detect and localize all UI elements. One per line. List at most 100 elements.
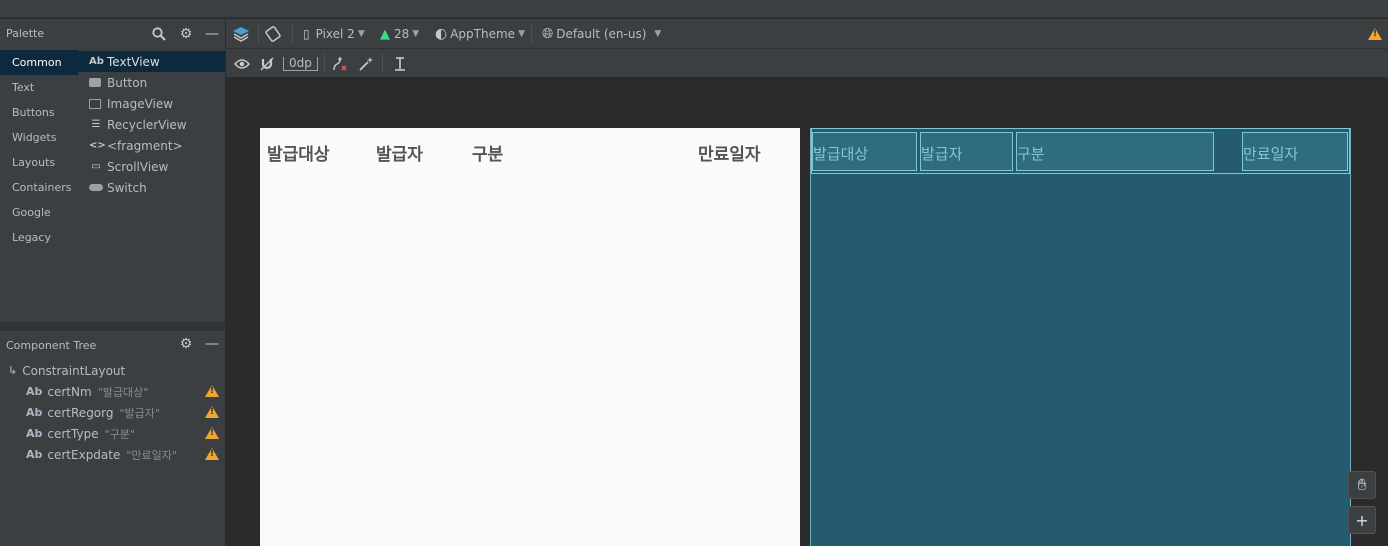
toolbar-separator bbox=[258, 25, 259, 43]
cert-type-text[interactable]: 구분 bbox=[472, 140, 503, 165]
android-icon: ▲ bbox=[380, 26, 390, 42]
tree-item-text: "발급자" bbox=[119, 406, 160, 420]
widget-label: ImageView bbox=[107, 96, 174, 111]
category-common[interactable]: Common bbox=[0, 50, 78, 75]
category-widgets[interactable]: Widgets bbox=[0, 125, 78, 150]
component-tree-title: Component Tree bbox=[6, 339, 97, 352]
tree-item-root[interactable]: ↳ ConstraintLayout bbox=[8, 360, 125, 381]
tree-item-text: "만료일자" bbox=[126, 448, 177, 462]
widget-scrollview[interactable]: ▭ ScrollView bbox=[78, 156, 226, 177]
widget-label: <fragment> bbox=[107, 138, 183, 153]
tree-item-label: ConstraintLayout bbox=[22, 363, 126, 378]
pan-hand-icon[interactable]: ✋︎ bbox=[1348, 471, 1376, 499]
category-layouts[interactable]: Layouts bbox=[0, 150, 78, 175]
tree-item-certnm[interactable]: Ab certNm "발급대상" bbox=[26, 381, 148, 402]
tree-item-text: "구분" bbox=[104, 427, 135, 441]
palette-header: Palette ⚙ — bbox=[0, 19, 226, 49]
tree-item-id: certRegorg bbox=[47, 405, 114, 420]
warning-icon[interactable] bbox=[205, 427, 219, 439]
minimize-icon[interactable]: — bbox=[203, 25, 221, 43]
gear-icon[interactable]: ⚙ bbox=[177, 335, 195, 353]
default-margin-dropdown[interactable]: 0dp bbox=[283, 49, 318, 78]
palette-title: Palette bbox=[6, 27, 45, 40]
cert-expdate-text[interactable]: 만료일자 bbox=[698, 140, 761, 165]
category-buttons[interactable]: Buttons bbox=[0, 100, 78, 125]
widget-switch[interactable]: Switch bbox=[78, 177, 226, 198]
tree-item-text: "발급대상" bbox=[97, 385, 149, 399]
widget-imageview[interactable]: ImageView bbox=[78, 93, 226, 114]
toolbar-separator bbox=[531, 25, 532, 43]
widget-recyclerview[interactable]: ☰ RecyclerView bbox=[78, 114, 226, 135]
theme-icon: ◐ bbox=[435, 26, 448, 42]
category-legacy[interactable]: Legacy bbox=[0, 225, 78, 250]
widget-label: RecyclerView bbox=[107, 117, 187, 132]
panel-divider[interactable] bbox=[0, 322, 226, 331]
widget-textview[interactable]: Ab TextView bbox=[78, 51, 226, 72]
gear-icon[interactable]: ⚙ bbox=[177, 25, 195, 43]
guidelines-icon[interactable] bbox=[394, 49, 406, 78]
textview-icon: Ab bbox=[26, 448, 43, 461]
constraint-toolbar: 0dp bbox=[226, 49, 1388, 78]
category-containers[interactable]: Containers bbox=[0, 175, 78, 200]
tree-item-certtype[interactable]: Ab certType "구분" bbox=[26, 423, 135, 444]
tree-item-certregorg[interactable]: Ab certRegorg "발급자" bbox=[26, 402, 160, 423]
design-surface[interactable]: 발급대상 발급자 구분 만료일자 bbox=[260, 128, 800, 546]
device-label: Pixel 2 bbox=[315, 27, 355, 41]
globe-icon: 🌐︎ bbox=[542, 26, 554, 42]
theme-label: AppTheme bbox=[450, 27, 516, 41]
chevron-down-icon: ▼ bbox=[357, 29, 365, 39]
tree-item-id: certType bbox=[47, 426, 99, 441]
phone-icon: ▯ bbox=[303, 27, 310, 41]
list-icon: ☰ bbox=[91, 119, 101, 130]
zoom-in-button[interactable]: + bbox=[1348, 506, 1376, 534]
textview-icon: Ab bbox=[26, 406, 43, 419]
minimize-icon[interactable]: — bbox=[203, 335, 221, 353]
cert-nm-text[interactable]: 발급대상 bbox=[267, 140, 330, 165]
category-google[interactable]: Google bbox=[0, 200, 78, 225]
widget-fragment[interactable]: <> <fragment> bbox=[78, 135, 226, 156]
widget-label: ScrollView bbox=[107, 159, 169, 174]
blueprint-cert-regorg[interactable]: 발급자 bbox=[920, 132, 1013, 171]
widget-button[interactable]: Button bbox=[78, 72, 226, 93]
warning-icon[interactable] bbox=[205, 448, 219, 460]
window-top-strip bbox=[0, 0, 1388, 18]
palette-panel: Common Text Buttons Widgets Layouts Cont… bbox=[0, 49, 226, 322]
palette-categories: Common Text Buttons Widgets Layouts Cont… bbox=[0, 49, 78, 322]
textview-icon: Ab bbox=[26, 427, 43, 440]
warning-icon[interactable] bbox=[1368, 28, 1382, 40]
widget-label: Button bbox=[107, 75, 148, 90]
api-level-label: 28 bbox=[394, 27, 410, 41]
api-level-dropdown[interactable]: ▲ 28 ▼ bbox=[380, 19, 419, 49]
widget-label: Switch bbox=[107, 180, 147, 195]
tree-item-id: certExpdate bbox=[47, 447, 121, 462]
warning-icon[interactable] bbox=[205, 385, 219, 397]
chevron-down-icon: ▼ bbox=[518, 29, 525, 39]
tree-item-id: certNm bbox=[47, 384, 92, 399]
blueprint-cert-nm[interactable]: 발급대상 bbox=[812, 132, 917, 171]
theme-dropdown[interactable]: ◐ AppTheme ▼ bbox=[435, 19, 525, 49]
margin-label: 0dp bbox=[283, 56, 318, 71]
scrollview-icon: ▭ bbox=[91, 161, 101, 172]
tree-item-certexpdate[interactable]: Ab certExpdate "만료일자" bbox=[26, 444, 177, 465]
textview-icon: Ab bbox=[26, 385, 43, 398]
button-icon bbox=[89, 78, 101, 87]
cert-regorg-text[interactable]: 발급자 bbox=[376, 140, 423, 165]
infer-constraints-icon[interactable] bbox=[358, 49, 374, 78]
layers-icon[interactable] bbox=[232, 19, 250, 49]
search-icon[interactable] bbox=[150, 25, 168, 43]
locale-label: Default (en-us) bbox=[556, 27, 647, 41]
switch-icon bbox=[89, 184, 103, 191]
code-icon: <> bbox=[89, 140, 106, 151]
category-text[interactable]: Text bbox=[0, 75, 78, 100]
blueprint-cert-expdate[interactable]: 만료일자 bbox=[1242, 132, 1348, 171]
warning-icon[interactable] bbox=[205, 406, 219, 418]
eye-icon[interactable] bbox=[234, 49, 250, 78]
blueprint-surface[interactable]: 발급대상 발급자 구분 만료일자 bbox=[810, 128, 1351, 546]
blueprint-cert-type[interactable]: 구분 bbox=[1016, 132, 1214, 171]
clear-constraints-icon[interactable] bbox=[332, 49, 348, 78]
locale-dropdown[interactable]: 🌐︎ Default (en-us) ▼ bbox=[542, 19, 661, 49]
orientation-icon[interactable] bbox=[264, 19, 282, 49]
device-dropdown[interactable]: ▯ Pixel 2 ▼ bbox=[303, 19, 365, 49]
magnet-icon[interactable] bbox=[260, 49, 274, 78]
design-toolbar: ▯ Pixel 2 ▼ ▲ 28 ▼ ◐ AppTheme ▼ 🌐︎ Defau… bbox=[226, 19, 1388, 49]
